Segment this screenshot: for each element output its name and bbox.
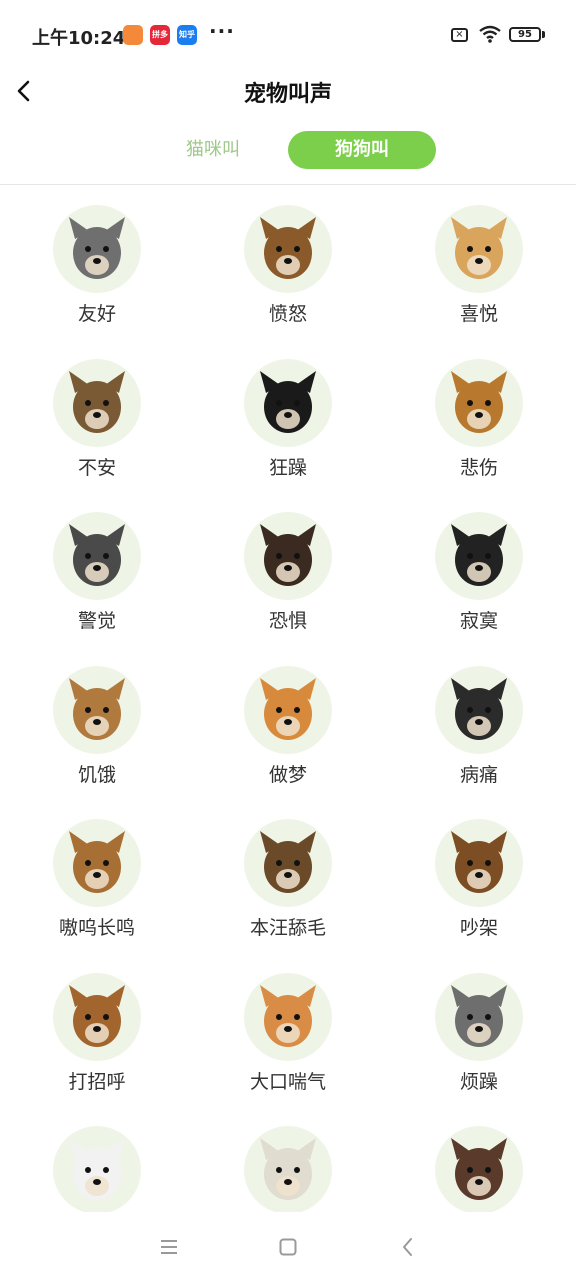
dog-avatar-image [244,973,332,1061]
sound-item[interactable]: 友好 [22,205,172,335]
sound-item[interactable]: 本汪舔毛 [213,819,363,949]
dog-avatar-image [435,973,523,1061]
sound-label: 做梦 [268,764,307,786]
dog-avatar-image [53,819,141,907]
sound-item[interactable]: 做梦 [213,666,363,796]
dog-avatar-image [53,359,141,447]
dog-avatar-image [53,512,141,600]
sound-item[interactable]: 嗷呜长鸣 [22,819,172,949]
dog-avatar-image [435,359,523,447]
zhihu-app-icon: 知乎 [177,25,197,45]
dog-avatar-image [435,512,523,600]
dog-avatar-image [53,205,141,293]
more-dots-icon: ··· [209,19,235,43]
app-badge-label: 知乎 [179,30,195,39]
red-app-icon: 拼多多 [150,25,170,45]
sound-label: 寂寞 [459,610,498,632]
tab-dog-sounds[interactable]: 狗狗叫 [288,131,436,169]
sound-label: 嗷呜长鸣 [58,917,135,939]
sound-item[interactable]: 烦躁 [404,973,554,1103]
sound-item[interactable]: 狂躁 [213,359,363,489]
sound-item[interactable]: 病痛 [404,666,554,796]
page-title: 宠物叫声 [243,82,332,107]
dog-avatar-image [244,666,332,754]
sim-icon: × [451,28,468,42]
home-button[interactable] [273,1232,303,1262]
dog-avatar-image [244,1126,332,1212]
sound-label: 饥饿 [77,764,116,786]
sound-label: 大口喘气 [249,1071,326,1093]
dog-avatar-image [244,205,332,293]
sound-item[interactable]: 大口喘气 [213,973,363,1103]
nav-back-button[interactable] [393,1232,423,1262]
dog-avatar-image [435,1126,523,1212]
sound-label: 喜悦 [459,303,498,325]
dog-avatar-image [53,666,141,754]
sound-label: 警觉 [77,610,116,632]
sound-item[interactable]: 悲伤 [404,359,554,489]
tab-bar: 猫咪叫 狗狗叫 [0,131,576,171]
home-square-icon [279,1238,297,1256]
system-nav-bar [0,1212,576,1280]
sound-item[interactable]: 喜悦 [404,205,554,335]
sound-label: 病痛 [459,764,498,786]
status-time: 上午10:24 [32,28,126,49]
dog-avatar-image [244,512,332,600]
dog-avatar-image [244,819,332,907]
sound-item[interactable]: 吵架 [404,819,554,949]
sound-label: 恐惧 [268,610,307,632]
dog-avatar-image [53,1126,141,1212]
dog-avatar-image [435,819,523,907]
shopping-app-icon [123,25,143,45]
dog-avatar-image [244,359,332,447]
sound-item[interactable]: 寂寞 [404,512,554,642]
status-bar: 上午10:24 拼多多 知乎 ··· × 95 [0,0,576,70]
dog-avatar-image [435,205,523,293]
menu-icon [161,1240,177,1254]
sound-item[interactable]: 饥饿 [22,666,172,796]
sound-item[interactable] [213,1126,363,1212]
sound-label: 狂躁 [268,457,307,479]
sound-item[interactable]: 愤怒 [213,205,363,335]
sound-item[interactable] [404,1126,554,1212]
sound-label: 悲伤 [459,457,498,479]
back-triangle-icon [403,1238,412,1256]
app-badge-label: 拼多多 [152,30,168,39]
sound-label: 友好 [77,303,116,325]
sound-label: 本汪舔毛 [249,917,326,939]
dog-avatar-image [435,666,523,754]
wifi-icon [479,25,501,43]
sound-label: 烦躁 [459,1071,498,1093]
sound-label: 愤怒 [268,303,307,325]
battery-icon: 95 [509,27,541,42]
battery-tip [542,31,545,38]
sound-item[interactable] [22,1126,172,1212]
tab-cat-sounds[interactable]: 猫咪叫 [166,131,260,169]
sound-grid: 友好 愤怒 喜悦不安 狂躁 悲伤警觉 恐惧 寂寞饥饿 做梦 病痛嗷呜长鸣 本汪舔毛 吵架打招呼 大口喘… [0,185,576,1212]
header: 宠物叫声 [0,70,576,114]
sound-label: 打招呼 [68,1071,126,1093]
menu-button[interactable] [154,1232,184,1262]
sound-label: 不安 [77,457,116,479]
sound-item[interactable]: 不安 [22,359,172,489]
sound-item[interactable]: 警觉 [22,512,172,642]
sound-item[interactable]: 打招呼 [22,973,172,1103]
sound-item[interactable]: 恐惧 [213,512,363,642]
dog-avatar-image [53,973,141,1061]
sound-label: 吵架 [459,917,498,939]
